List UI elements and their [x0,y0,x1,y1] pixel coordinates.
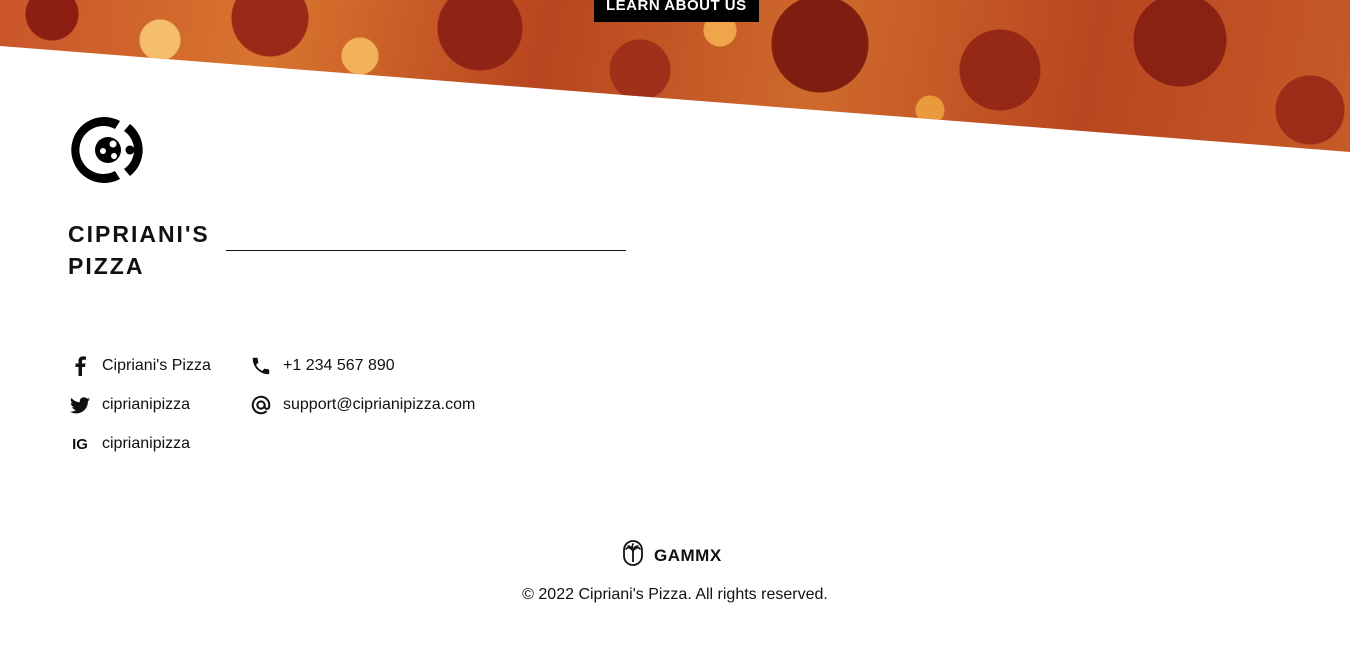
twitter-icon [68,393,92,417]
credit-name: GAMMX [654,545,722,565]
at-icon [249,393,273,417]
email-label: support@ciprianipizza.com [283,396,476,413]
instagram-icon: IG [72,435,88,453]
phone-label: +1 234 567 890 [283,357,395,374]
instagram-label: ciprianipizza [102,435,191,452]
twitter-label: ciprianipizza [102,396,191,413]
learn-about-us-button[interactable]: LEARN ABOUT US [594,0,759,22]
divider [226,250,626,251]
email-link[interactable]: support@ciprianipizza.com [249,393,475,417]
hero-pizza-image [0,0,1350,152]
gammx-credit-link[interactable]: GAMMX [622,540,722,571]
facebook-link[interactable]: Cipriani's Pizza [68,354,211,378]
twitter-link[interactable]: ciprianipizza [68,393,190,417]
facebook-label: Cipriani's Pizza [102,357,211,374]
copyright-text: © 2022 Cipriani's Pizza. All rights rese… [522,586,828,603]
phone-link[interactable]: +1 234 567 890 [249,354,395,378]
brand-name: CIPRIANI'S PIZZA [68,221,210,279]
palm-tree-icon [622,540,644,571]
cipriani-logo-icon[interactable] [68,114,148,186]
facebook-icon [68,354,92,378]
phone-icon [249,354,273,378]
instagram-link[interactable]: IG ciprianipizza [68,432,190,456]
